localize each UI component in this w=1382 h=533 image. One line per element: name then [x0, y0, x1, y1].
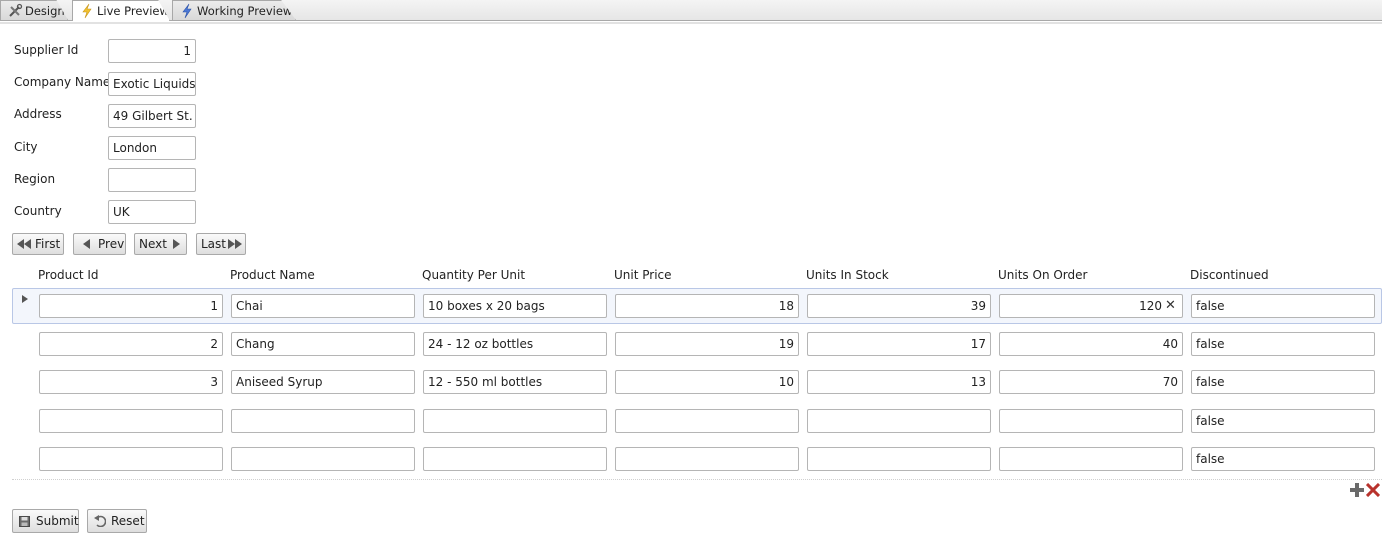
add-row-icon[interactable] [1350, 483, 1364, 497]
cell-units-in-stock[interactable] [807, 409, 991, 433]
cell-quantity-per-unit[interactable] [423, 447, 607, 471]
tab-design[interactable]: Design [0, 0, 68, 20]
cell-product-id[interactable]: 3 [39, 370, 223, 394]
cell-unit-price[interactable]: 18 [615, 294, 799, 318]
region-label: Region [14, 172, 56, 186]
first-label: First [35, 237, 61, 251]
cell-product-id[interactable] [39, 447, 223, 471]
last-icon [228, 239, 242, 249]
company-name-label: Company Name [14, 75, 111, 89]
cell-quantity-per-unit[interactable]: 24 - 12 oz bottles [423, 332, 607, 356]
cell-quantity-per-unit[interactable]: 12 - 550 ml bottles [423, 370, 607, 394]
tab-design-label: Design [25, 4, 65, 18]
cell-units-in-stock[interactable]: 17 [807, 332, 991, 356]
cell-unit-price[interactable]: 19 [615, 332, 799, 356]
cell-discontinued[interactable]: false [1191, 447, 1375, 471]
cell-discontinued[interactable]: false [1191, 294, 1375, 318]
tab-working-preview[interactable]: Working Preview [172, 0, 296, 20]
column-header-product-id: Product Id [38, 268, 99, 282]
last-label: Last [201, 237, 226, 251]
cell-product-name[interactable]: Aniseed Syrup [231, 370, 415, 394]
delete-row-icon[interactable] [1366, 483, 1380, 497]
cell-units-on-order[interactable]: 40 [999, 332, 1183, 356]
column-header-quantity-per-unit: Quantity Per Unit [422, 268, 526, 282]
reset-label: Reset [111, 514, 145, 528]
country-input[interactable]: UK [108, 200, 196, 224]
tab-working-preview-label: Working Preview [197, 4, 293, 18]
first-button[interactable]: First [12, 233, 64, 255]
cell-units-in-stock[interactable]: 39 [807, 294, 991, 318]
row-selector-icon [22, 295, 28, 303]
cell-product-name[interactable] [231, 409, 415, 433]
grid-bottom-divider [12, 479, 1382, 480]
cell-discontinued[interactable]: false [1191, 370, 1375, 394]
cell-discontinued[interactable]: false [1191, 409, 1375, 433]
next-label: Next [139, 237, 167, 251]
cell-product-name[interactable] [231, 447, 415, 471]
cell-unit-price[interactable] [615, 409, 799, 433]
next-button[interactable]: Next [134, 233, 187, 255]
lightning-icon [82, 3, 92, 19]
cell-quantity-per-unit[interactable]: 10 boxes x 20 bags [423, 294, 607, 318]
tools-icon [9, 3, 23, 17]
prev-label: Prev [98, 237, 125, 251]
first-icon [17, 239, 31, 249]
submit-label: Submit [36, 514, 79, 528]
cell-unit-price[interactable] [615, 447, 799, 471]
undo-icon [94, 515, 106, 527]
lightning-blue-icon [182, 3, 192, 19]
cell-units-on-order[interactable] [999, 447, 1183, 471]
cell-product-id[interactable] [39, 409, 223, 433]
tab-live-preview-label: Live Preview [97, 4, 169, 18]
cell-product-name[interactable]: Chang [231, 332, 415, 356]
column-header-discontinued: Discontinued [1190, 268, 1269, 282]
clear-value-icon[interactable]: ✕ [1165, 298, 1176, 313]
submit-button[interactable]: Submit [12, 509, 79, 533]
cell-units-in-stock[interactable] [807, 447, 991, 471]
city-label: City [14, 140, 38, 154]
prev-button[interactable]: Prev [73, 233, 126, 255]
supplier-id-label: Supplier Id [14, 43, 79, 57]
tab-bar: Design Live Preview Working Preview [0, 0, 1382, 24]
prev-icon [83, 239, 90, 249]
address-input[interactable]: 49 Gilbert St. [108, 104, 196, 128]
country-label: Country [14, 204, 62, 218]
last-button[interactable]: Last [196, 233, 246, 255]
column-header-unit-price: Unit Price [614, 268, 672, 282]
city-input[interactable]: London [108, 136, 196, 160]
cell-product-id[interactable]: 1 [39, 294, 223, 318]
cell-units-in-stock[interactable]: 13 [807, 370, 991, 394]
tab-live-preview[interactable]: Live Preview [72, 0, 170, 21]
cell-units-on-order[interactable] [999, 409, 1183, 433]
column-header-units-in-stock: Units In Stock [806, 268, 889, 282]
company-name-input[interactable]: Exotic Liquids [108, 72, 196, 96]
column-header-product-name: Product Name [230, 268, 315, 282]
column-header-units-on-order: Units On Order [998, 268, 1088, 282]
supplier-id-input[interactable]: 1 [108, 39, 196, 63]
cell-unit-price[interactable]: 10 [615, 370, 799, 394]
cell-quantity-per-unit[interactable] [423, 409, 607, 433]
region-input[interactable] [108, 168, 196, 192]
cell-discontinued[interactable]: false [1191, 332, 1375, 356]
save-icon [19, 516, 30, 527]
cell-product-id[interactable]: 2 [39, 332, 223, 356]
address-label: Address [14, 107, 62, 121]
reset-button[interactable]: Reset [87, 509, 147, 533]
next-icon [173, 239, 180, 249]
cell-units-on-order[interactable]: 70 [999, 370, 1183, 394]
cell-product-name[interactable]: Chai [231, 294, 415, 318]
cell-units-on-order[interactable]: 120 [999, 294, 1183, 318]
